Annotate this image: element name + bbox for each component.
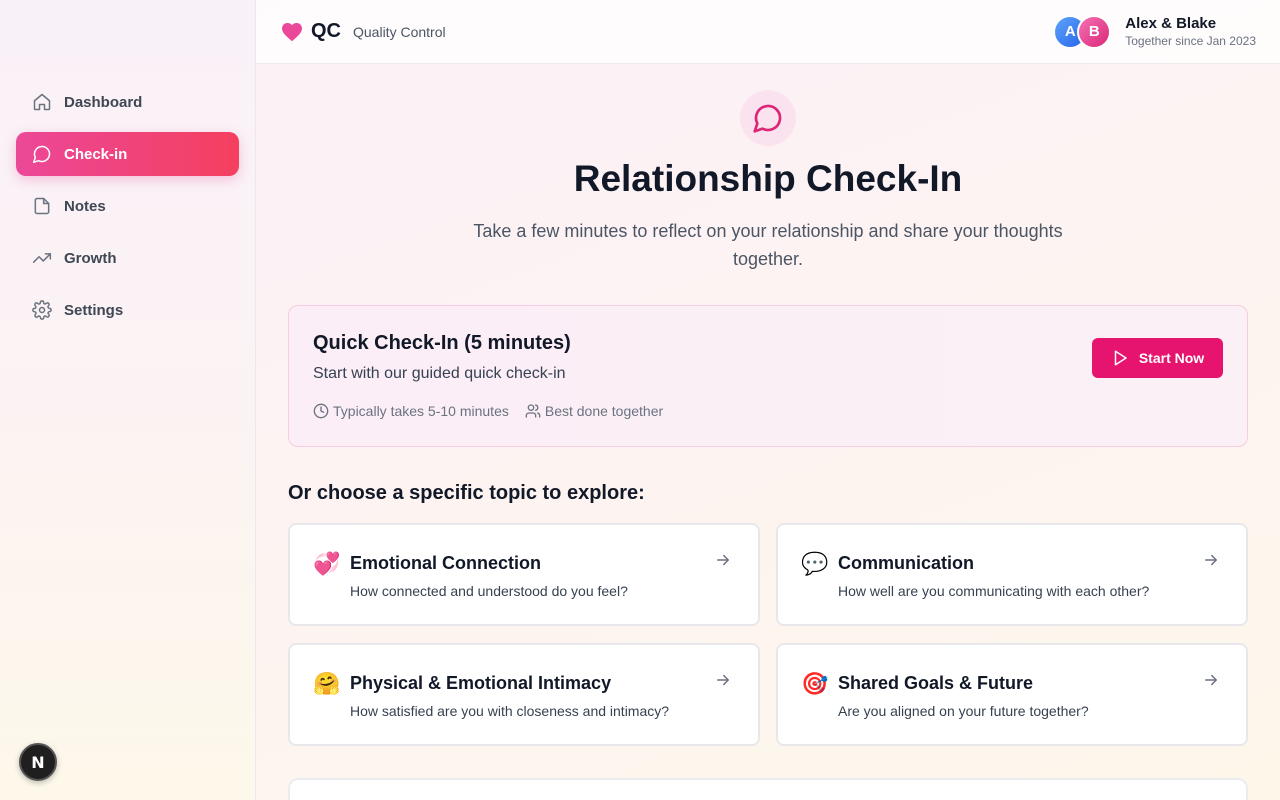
user-profile[interactable]: A B Alex & Blake Together since Jan 2023 (1053, 14, 1256, 49)
topic-description: How well are you communicating with each… (838, 583, 1150, 599)
start-now-button[interactable]: Start Now (1092, 338, 1223, 378)
avatar: B (1077, 14, 1112, 49)
avatar-group: A B (1053, 14, 1112, 49)
hugging-face-icon: 🤗 (313, 672, 341, 697)
logo-text: QC (311, 20, 341, 42)
sidebar-item-label: Dashboard (64, 93, 143, 111)
topic-title: Emotional Connection (350, 553, 541, 573)
page-title: Relationship Check-In (573, 158, 963, 199)
users-icon (525, 404, 541, 418)
additional-card (288, 778, 1248, 800)
user-name: Alex & Blake (1125, 14, 1217, 32)
start-now-label: Start Now (1138, 350, 1205, 366)
topic-description: Are you aligned on your future together? (838, 703, 1089, 719)
message-circle-icon (32, 145, 51, 164)
sidebar-item-label: Growth (64, 249, 117, 267)
topic-description: How satisfied are you with closeness and… (350, 703, 670, 719)
hearts-icon: 💞 (313, 552, 341, 577)
topic-card-communication[interactable]: 💬 Communication How well are you communi… (776, 523, 1248, 626)
brand-tagline: Quality Control (353, 23, 446, 40)
clock-icon (313, 403, 329, 419)
quick-check-in-card: Quick Check-In (5 minutes) Start with ou… (288, 305, 1248, 447)
speech-bubble-icon: 💬 (801, 552, 829, 577)
together-text: Best done together (544, 403, 664, 419)
arrow-right-icon (717, 554, 729, 566)
topic-title: Communication (838, 553, 975, 573)
file-icon (34, 197, 50, 215)
sidebar-item-label: Notes (64, 197, 106, 215)
heart-icon (282, 22, 302, 41)
sidebar-item-notes[interactable]: Notes (16, 184, 239, 228)
arrow-right-icon (1205, 674, 1217, 686)
quick-check-in-description: Start with our guided quick check-in (313, 365, 566, 382)
sidebar-item-growth[interactable]: Growth (16, 236, 239, 280)
top-header: QC Quality Control A B Alex & Blake Toge… (256, 0, 1280, 64)
sidebar-item-settings[interactable]: Settings (16, 288, 239, 332)
sidebar-item-label: Check-in (64, 145, 128, 163)
dev-tools-badge[interactable]: N (19, 743, 57, 781)
sidebar-nav: Dashboard Check-in Notes Growth Settings (16, 80, 239, 340)
topic-card-shared-goals[interactable]: 🎯 Shared Goals & Future Are you aligned … (776, 643, 1248, 746)
message-circle-icon (753, 104, 782, 133)
topic-card-intimacy[interactable]: 🤗 Physical & Emotional Intimacy How sati… (288, 643, 760, 746)
user-info: Alex & Blake Together since Jan 2023 (1125, 15, 1256, 49)
sidebar-item-dashboard[interactable]: Dashboard (16, 80, 239, 124)
quick-check-in-title: Quick Check-In (5 minutes) (313, 332, 571, 354)
arrow-right-icon (1205, 554, 1217, 566)
topic-card-emotional-connection[interactable]: 💞 Emotional Connection How connected and… (288, 523, 760, 626)
together-meta: Best done together (525, 403, 663, 419)
main-content: Relationship Check-In Take a few minutes… (256, 64, 1280, 800)
play-icon (1114, 350, 1127, 366)
home-icon (33, 93, 51, 111)
quick-check-in-meta: Typically takes 5-10 minutes Best done t… (313, 403, 679, 419)
duration-meta: Typically takes 5-10 minutes (313, 403, 509, 419)
topic-title: Shared Goals & Future (838, 673, 1034, 693)
hero-icon-badge (740, 90, 796, 146)
sidebar-item-check-in[interactable]: Check-in (16, 132, 239, 176)
brand[interactable]: QC Quality Control (280, 20, 446, 44)
target-icon: 🎯 (801, 672, 829, 697)
arrow-right-icon (717, 674, 729, 686)
sidebar: Dashboard Check-in Notes Growth Settings… (0, 0, 256, 800)
topic-description: How connected and understood do you feel… (350, 583, 628, 599)
topic-title: Physical & Emotional Intimacy (350, 673, 612, 693)
trending-up-icon (32, 253, 52, 263)
gear-icon (32, 300, 52, 320)
sidebar-item-label: Settings (64, 301, 124, 319)
user-since: Together since Jan 2023 (1125, 33, 1256, 48)
duration-text: Typically takes 5-10 minutes (333, 403, 509, 419)
topics-heading: Or choose a specific topic to explore: (288, 482, 645, 504)
page-subtitle: Take a few minutes to reflect on your re… (473, 221, 1063, 269)
